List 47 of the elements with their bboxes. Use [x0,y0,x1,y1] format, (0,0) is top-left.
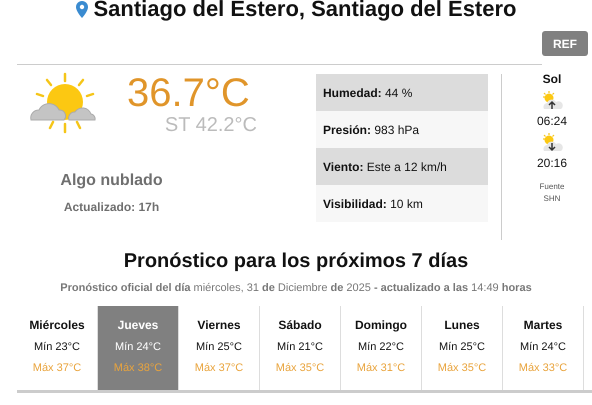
day-name: Viernes [197,318,241,332]
max-temperature: Máx 35°C [276,362,324,374]
day-card[interactable]: Jueves Mín 24°C Máx 38°C [98,306,179,390]
day-card[interactable]: Viernes Mín 25°C Máx 37°C [179,306,260,390]
day-card[interactable]: Martes Mín 24°C Máx 33°C [503,306,584,390]
refresh-button[interactable]: REF [542,31,588,56]
min-temperature: Mín 23°C [34,341,80,353]
max-temperature: Máx 37°C [32,362,82,374]
feels-like-temperature: ST 42.2°C [164,114,257,137]
location-title: Santiago del Estero, Santiago del Estero [94,0,516,22]
sunrise-icon [541,90,563,112]
day-name: Sábado [278,318,322,332]
source-label: SHN [542,193,562,205]
min-temperature: Mín 25°C [196,341,242,353]
source-label: Fuente [540,181,564,193]
max-temperature: Máx 31°C [356,362,406,374]
day-name: Jueves [118,318,158,332]
day-name: Miércoles [29,318,85,332]
min-temperature: Mín 25°C [439,341,485,353]
sunset-icon [541,132,563,154]
max-temperature: Máx 38°C [114,362,162,374]
sun-title: Sol [542,72,562,86]
day-name: Domingo [355,318,407,332]
detail-text: Humedad: 44 % [323,86,412,100]
detail-text: Viento: Este a 12 km/h [323,160,447,174]
forecast-subtitle: Pronóstico oficial del día miércoles, 31 de Diciembre de 2025 - actualizado a las 14:49 horas [59,282,533,294]
min-temperature: Mín 24°C [520,341,566,353]
sun-time: 06:24 [536,114,568,128]
sun-time: 20:16 [536,156,568,170]
detail-text: Presión: 983 hPa [323,122,420,136]
max-temperature: Máx 33°C [518,362,568,374]
temperature: 36.7°C [127,71,250,116]
forecast-title: Pronóstico para los próximos 7 días [122,250,470,273]
max-temperature: Máx 37°C [194,362,244,374]
min-temperature: Mín 22°C [358,341,404,353]
day-card[interactable]: Sábado Mín 21°C Máx 35°C [260,306,341,390]
detail-text: Visibilidad: 10 km [323,196,423,210]
day-card[interactable]: Lunes Mín 25°C Máx 35°C [422,306,503,390]
updated-time: Actualizado: 17h [64,200,160,214]
min-temperature: Mín 21°C [277,341,323,353]
weather-condition: Algo nublado [60,172,163,190]
day-name: Martes [524,318,562,332]
location-pin-icon [76,0,88,18]
day-card[interactable]: Domingo Mín 22°C Máx 31°C [341,306,422,390]
min-temperature: Mín 24°C [115,341,161,353]
day-name: Lunes [444,318,480,332]
max-temperature: Máx 35°C [438,362,486,374]
